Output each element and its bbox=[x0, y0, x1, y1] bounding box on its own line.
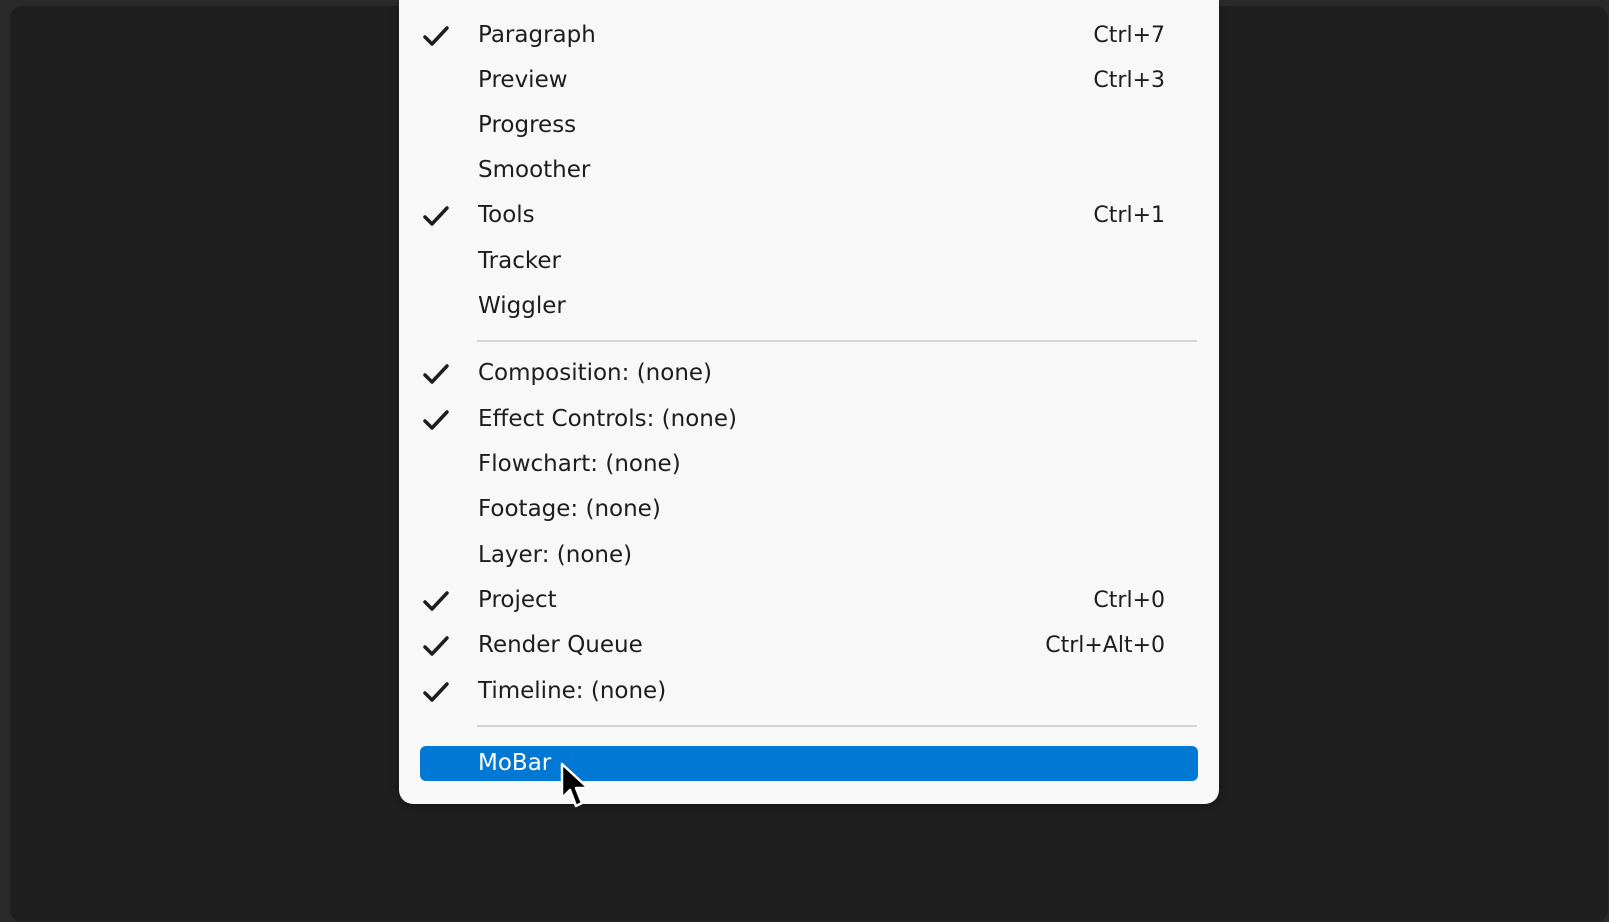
menu-item-label: Tracker bbox=[478, 248, 561, 274]
menu-item-shortcut: Ctrl+Alt+0 bbox=[1045, 633, 1165, 658]
menu-item-project[interactable]: Project Ctrl+0 bbox=[399, 578, 1219, 623]
menu-item-shortcut: Ctrl+7 bbox=[1093, 23, 1165, 48]
menu-item-shortcut: Ctrl+0 bbox=[1093, 588, 1165, 613]
menu-item-tools[interactable]: Tools Ctrl+1 bbox=[399, 193, 1219, 238]
menu-item-progress[interactable]: Progress bbox=[399, 103, 1219, 148]
menu-item-label: Preview bbox=[478, 67, 568, 93]
menu-item-timeline[interactable]: Timeline: (none) bbox=[399, 669, 1219, 714]
checkmark-icon bbox=[423, 206, 449, 226]
menu-item-layer[interactable]: Layer: (none) bbox=[399, 533, 1219, 578]
checkmark-icon bbox=[423, 26, 449, 46]
checkmark-icon bbox=[423, 410, 449, 430]
checkmark-icon bbox=[423, 591, 449, 611]
menu-item-footage[interactable]: Footage: (none) bbox=[399, 487, 1219, 532]
menu-item-label: Effect Controls: (none) bbox=[478, 406, 738, 432]
menu-item-shortcut: Ctrl+1 bbox=[1093, 203, 1165, 228]
menu-item-label: Project bbox=[478, 587, 557, 613]
menu-item-label: Progress bbox=[478, 112, 577, 138]
menu-item-paragraph[interactable]: Paragraph Ctrl+7 bbox=[399, 13, 1219, 58]
menu-item-label: Smoother bbox=[478, 157, 591, 183]
menu-item-label: Wiggler bbox=[478, 293, 566, 319]
menu-item-label: Paragraph bbox=[478, 22, 596, 48]
menu-item-label: Timeline: (none) bbox=[478, 678, 667, 704]
menu-item-effect-controls[interactable]: Effect Controls: (none) bbox=[399, 397, 1219, 442]
menu-item-label: Tools bbox=[478, 202, 535, 228]
menu-item-mobar[interactable]: MoBar bbox=[420, 746, 1198, 781]
menu-item-label: Footage: (none) bbox=[478, 496, 661, 522]
menu-item-smoother[interactable]: Smoother bbox=[399, 148, 1219, 193]
menu-item-composition[interactable]: Composition: (none) bbox=[399, 351, 1219, 396]
checkmark-icon bbox=[423, 364, 449, 384]
mouse-pointer-icon bbox=[560, 762, 590, 808]
menu-item-shortcut: Ctrl+3 bbox=[1093, 68, 1165, 93]
menu-divider bbox=[477, 725, 1197, 727]
menu-item-label: MoBar bbox=[478, 750, 552, 776]
menu-item-preview[interactable]: Preview Ctrl+3 bbox=[399, 58, 1219, 103]
menu-divider bbox=[477, 340, 1197, 342]
menu-item-wiggler[interactable]: Wiggler bbox=[399, 284, 1219, 329]
window-menu: Paragraph Ctrl+7 Preview Ctrl+3 Progress… bbox=[399, 0, 1219, 804]
menu-item-tracker[interactable]: Tracker bbox=[399, 239, 1219, 284]
checkmark-icon bbox=[423, 636, 449, 656]
menu-item-label: Layer: (none) bbox=[478, 542, 633, 568]
menu-item-label: Composition: (none) bbox=[478, 360, 713, 386]
menu-item-label: Flowchart: (none) bbox=[478, 451, 681, 477]
menu-item-flowchart[interactable]: Flowchart: (none) bbox=[399, 442, 1219, 487]
checkmark-icon bbox=[423, 682, 449, 702]
menu-item-label: Render Queue bbox=[478, 632, 643, 658]
menu-item-render-queue[interactable]: Render Queue Ctrl+Alt+0 bbox=[399, 623, 1219, 668]
